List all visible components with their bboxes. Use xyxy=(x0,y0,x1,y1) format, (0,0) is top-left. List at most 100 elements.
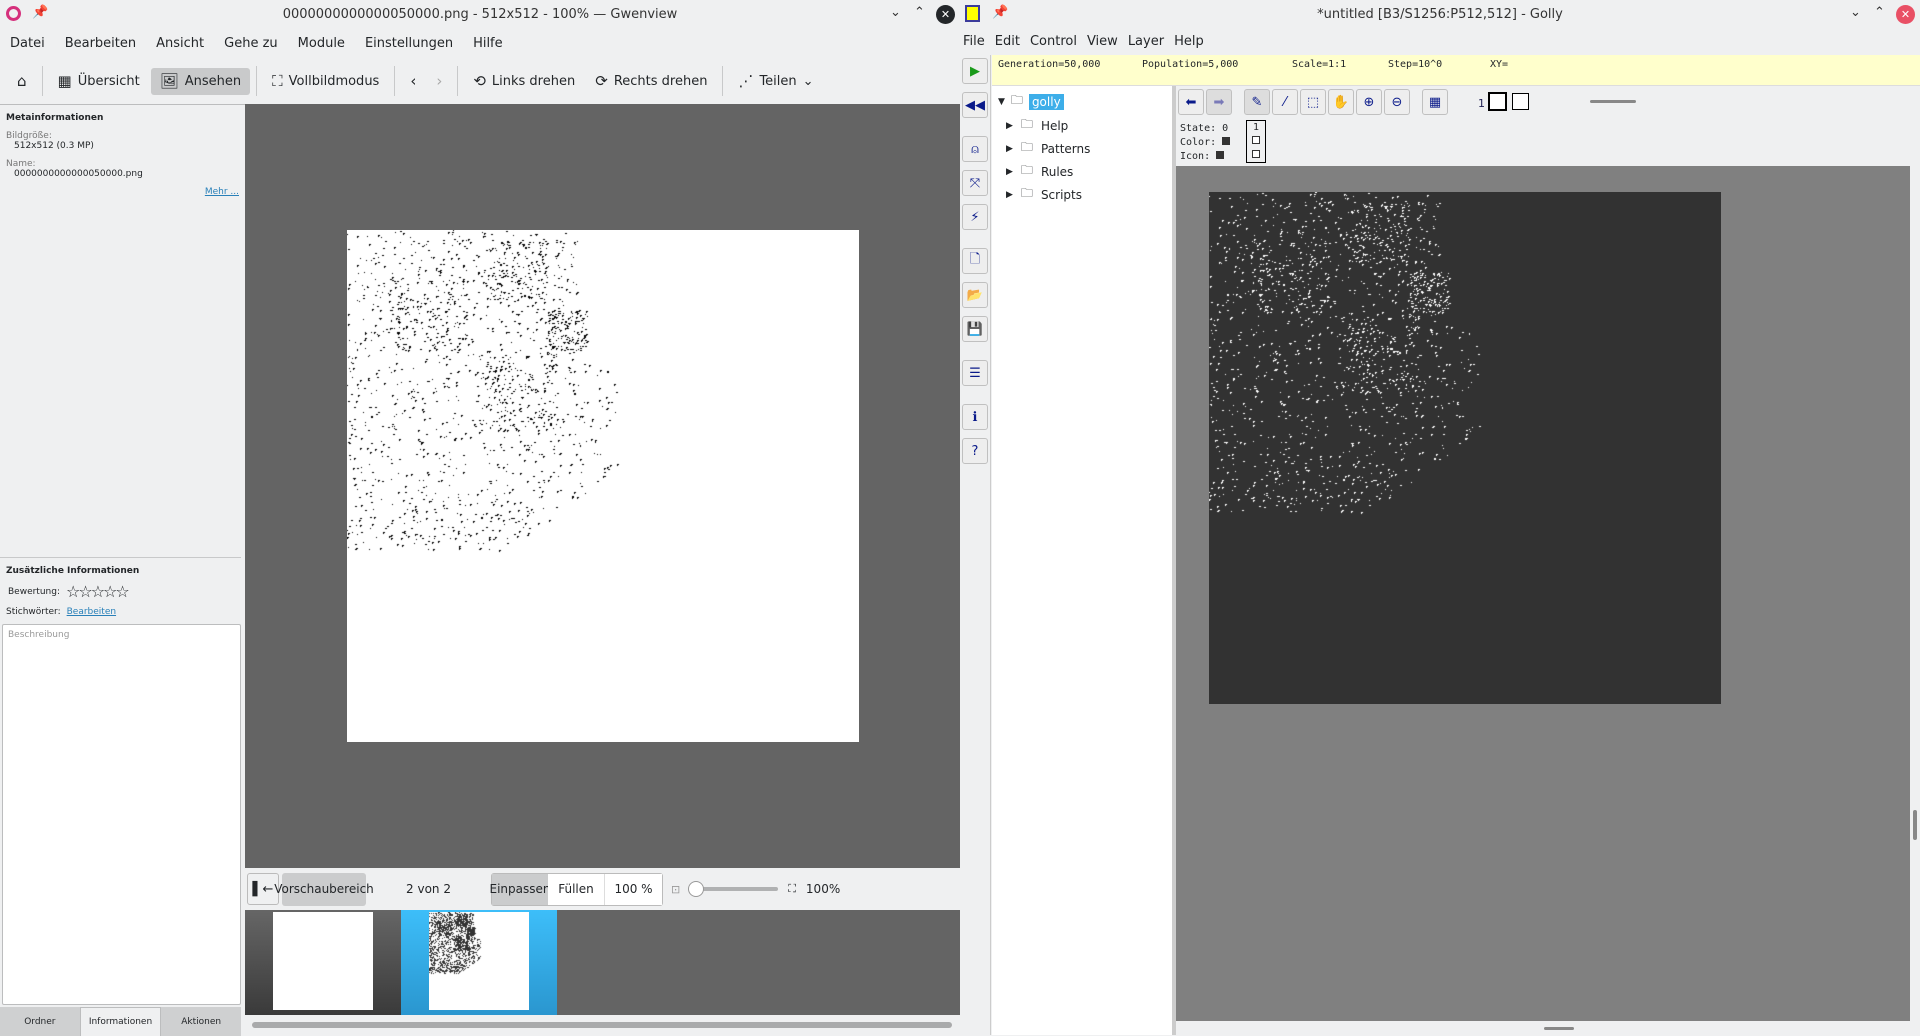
zoom-out-button[interactable]: ⊖ xyxy=(1384,89,1410,115)
tab-informationen[interactable]: Informationen xyxy=(79,1007,162,1036)
all-states-button[interactable]: ▦ xyxy=(1422,89,1448,115)
tab-aktionen[interactable]: Aktionen xyxy=(161,1007,242,1036)
share-icon: ⋰ xyxy=(738,71,754,90)
close-button[interactable]: ✕ xyxy=(1896,5,1915,24)
image-view[interactable] xyxy=(245,104,960,868)
thumbnail-bar-button[interactable]: Vorschaubereich xyxy=(274,872,374,906)
vertical-scrollbar[interactable] xyxy=(1910,166,1920,1035)
tab-ordner[interactable]: Ordner xyxy=(0,1007,80,1036)
menu-layer[interactable]: Layer xyxy=(1123,34,1169,49)
full-screen-button[interactable]: ⚡ xyxy=(962,204,988,230)
overview-button[interactable]: ▦ Übersicht xyxy=(49,68,149,95)
new-button[interactable]: 🗋 xyxy=(962,248,988,274)
more-link[interactable]: Mehr ... xyxy=(205,187,239,197)
reset-button[interactable]: ◀◀ xyxy=(962,92,988,118)
share-button[interactable]: ⋰ Teilen ⌄ xyxy=(729,68,822,95)
fullscreen-button[interactable]: ⛶ Vollbildmodus xyxy=(263,68,388,95)
scroll-thumb[interactable] xyxy=(1544,1027,1574,1030)
population-text: Population=5,000 xyxy=(1142,59,1239,70)
menu-file[interactable]: File xyxy=(960,34,990,49)
next-button[interactable]: › xyxy=(427,68,451,95)
menu-module[interactable]: Module xyxy=(288,36,355,51)
state-0-swatch[interactable] xyxy=(1512,93,1529,110)
menu-datei[interactable]: Datei xyxy=(0,36,55,51)
rotate-left-label: Links drehen xyxy=(491,73,576,89)
menu-control[interactable]: Control xyxy=(1025,34,1082,49)
zoom-in-button[interactable]: ⊕ xyxy=(1356,89,1382,115)
maximize-button[interactable]: ⌃ xyxy=(914,5,925,20)
back-button[interactable]: ⬅ xyxy=(1178,89,1204,115)
menu-help[interactable]: Help xyxy=(1169,34,1209,49)
help-button[interactable]: ? xyxy=(962,438,988,464)
menu-view[interactable]: View xyxy=(1082,34,1123,49)
bottom-bar: ▌← Vorschaubereich 2 von 2 Einpassen Fül… xyxy=(245,868,960,910)
forward-button[interactable]: ➡ xyxy=(1206,89,1232,115)
slider-handle[interactable] xyxy=(688,881,705,897)
fill-button[interactable]: Füllen xyxy=(548,873,605,905)
description-input[interactable]: Beschreibung xyxy=(2,624,241,1005)
pin-icon[interactable]: 📌 xyxy=(992,5,1008,20)
pattern-canvas[interactable] xyxy=(1209,192,1721,704)
tree-item-label: Scripts xyxy=(1040,187,1082,202)
tags-label: Stichwörter: xyxy=(6,607,61,617)
select-button[interactable]: ⬚ xyxy=(1300,89,1326,115)
info-button[interactable]: ℹ xyxy=(962,404,988,430)
pick-button[interactable]: ⁄ xyxy=(1272,89,1298,115)
move-button[interactable]: ✋ xyxy=(1328,89,1354,115)
rotate-left-button[interactable]: ⟲ Links drehen xyxy=(464,68,584,95)
thumbnail-image xyxy=(273,912,373,1010)
gwenview-menubar: Datei Bearbeiten Ansicht Gehe zu Module … xyxy=(0,28,960,58)
minimize-button[interactable]: ⌄ xyxy=(1850,5,1861,20)
close-button[interactable]: ✕ xyxy=(936,5,955,24)
grid-icon: ▦ xyxy=(57,71,72,90)
rotate-right-button[interactable]: ⟳ Rechts drehen xyxy=(586,68,716,95)
golly-viewport[interactable] xyxy=(1176,166,1910,1021)
home-button[interactable]: ⌂ xyxy=(8,68,36,95)
state-1-column[interactable]: 1 xyxy=(1246,120,1266,163)
status-bar: Generation=50,000 Population=5,000 Scale… xyxy=(992,55,1920,86)
speed-slider[interactable] xyxy=(1590,100,1636,103)
rating-stars[interactable]: ☆☆☆☆☆ xyxy=(66,582,130,601)
save-button[interactable]: 💾 xyxy=(962,316,988,342)
tags-edit-link[interactable]: Bearbeiten xyxy=(67,607,116,617)
thumbnail-item[interactable] xyxy=(245,910,401,1015)
pin-icon[interactable]: 📌 xyxy=(32,5,48,20)
sidebar-tabs: Ordner Informationen Aktionen xyxy=(0,1007,242,1036)
tree-item-patterns[interactable]: ▶ 🗀 Patterns xyxy=(1006,138,1090,159)
draw-button[interactable]: ✎ xyxy=(1244,89,1270,115)
maximize-button[interactable]: ⌃ xyxy=(1874,5,1885,20)
zoom-slider[interactable] xyxy=(688,881,779,897)
tree-item-rules[interactable]: ▶ 🗀 Rules xyxy=(1006,161,1073,182)
open-button[interactable]: 📂 xyxy=(962,282,988,308)
zoom-out-icon[interactable]: ⊡ xyxy=(671,883,680,896)
patterns-button[interactable]: ☰ xyxy=(962,360,988,386)
view-button[interactable]: 🖼 Ansehen xyxy=(150,67,251,95)
zoom-100-button[interactable]: 100 % xyxy=(605,873,662,905)
window-title: *untitled [B3/S1256:P512,512] - Golly xyxy=(1317,6,1563,22)
state-0-label: 0 xyxy=(1222,123,1229,134)
minimize-button[interactable]: ⌄ xyxy=(890,5,901,20)
thumbnail-scrollbar[interactable] xyxy=(252,1022,952,1028)
state-1-swatch[interactable] xyxy=(1488,92,1507,111)
menu-ansicht[interactable]: Ansicht xyxy=(146,36,214,51)
tree-item-scripts[interactable]: ▶ 🗀 Scripts xyxy=(1006,184,1082,205)
scroll-thumb[interactable] xyxy=(1913,810,1917,840)
folder-icon: 🗀 xyxy=(1020,163,1033,177)
fit-button[interactable]: Einpassen xyxy=(490,873,551,905)
thumbnail-item-selected[interactable] xyxy=(401,910,557,1015)
previous-button[interactable]: ‹ xyxy=(401,68,425,95)
zoom-in-icon[interactable]: ⛶ xyxy=(788,882,796,896)
tree-item-help[interactable]: ▶ 🗀 Help xyxy=(1006,115,1068,136)
new-file-icon: 🗋 xyxy=(969,252,981,267)
menu-bearbeiten[interactable]: Bearbeiten xyxy=(55,36,146,51)
horizontal-scrollbar[interactable] xyxy=(1176,1021,1910,1035)
thumbnail-strip xyxy=(245,910,960,1015)
fit-button[interactable]: ⤧ xyxy=(962,170,988,196)
algo-button[interactable]: ⍝ xyxy=(962,136,988,162)
menu-hilfe[interactable]: Hilfe xyxy=(463,36,513,51)
start-button[interactable]: ▶ xyxy=(962,58,988,84)
menu-edit[interactable]: Edit xyxy=(990,34,1025,49)
menu-gehe-zu[interactable]: Gehe zu xyxy=(214,36,288,51)
menu-einstellungen[interactable]: Einstellungen xyxy=(355,36,463,51)
tree-root[interactable]: ▼ 🗀 golly xyxy=(998,91,1064,112)
